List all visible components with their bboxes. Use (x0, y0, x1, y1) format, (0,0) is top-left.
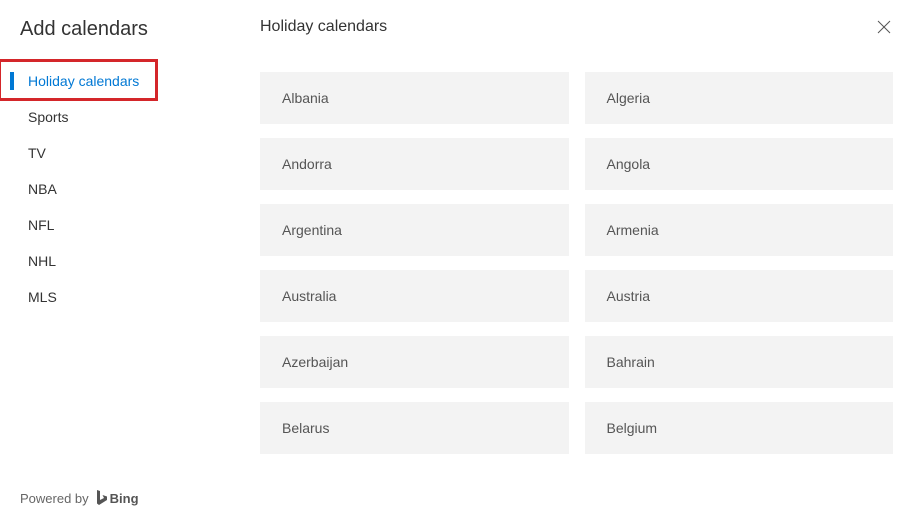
bing-icon (95, 490, 107, 506)
country-item-argentina[interactable]: Argentina (260, 204, 569, 256)
country-item-angola[interactable]: Angola (585, 138, 894, 190)
country-item-azerbaijan[interactable]: Azerbaijan (260, 336, 569, 388)
sidebar-items: Holiday calendarsSportsTVNBANFLNHLMLS (0, 63, 230, 315)
country-item-australia[interactable]: Australia (260, 270, 569, 322)
sidebar-item-nhl[interactable]: NHL (0, 243, 230, 279)
sidebar-item-mls[interactable]: MLS (0, 279, 230, 315)
close-button[interactable] (875, 18, 893, 36)
close-icon (877, 20, 891, 34)
main-title: Holiday calendars (260, 18, 387, 36)
sidebar-item-nfl[interactable]: NFL (0, 207, 230, 243)
main-panel: Holiday calendars AlbaniaAlgeriaAndorraA… (230, 0, 913, 520)
country-item-armenia[interactable]: Armenia (585, 204, 894, 256)
sidebar-item-sports[interactable]: Sports (0, 99, 230, 135)
powered-by: Powered by Bing (20, 490, 139, 506)
bing-brand-text: Bing (110, 491, 139, 506)
sidebar-title: Add calendars (0, 18, 230, 63)
sidebar: Add calendars Holiday calendarsSportsTVN… (0, 0, 230, 520)
sidebar-item-holiday-calendars[interactable]: Holiday calendars (0, 63, 230, 99)
country-item-algeria[interactable]: Algeria (585, 72, 894, 124)
country-item-belarus[interactable]: Belarus (260, 402, 569, 454)
country-item-andorra[interactable]: Andorra (260, 138, 569, 190)
powered-by-label: Powered by (20, 491, 89, 506)
bing-logo: Bing (95, 490, 139, 506)
country-item-belgium[interactable]: Belgium (585, 402, 894, 454)
country-item-austria[interactable]: Austria (585, 270, 894, 322)
country-grid: Albania Algeria Andorra Angola Argentina Arme… (260, 72, 893, 454)
sidebar-item-tv[interactable]: TV (0, 135, 230, 171)
country-item-bahrain[interactable]: Bahrain (585, 336, 894, 388)
main-header: Holiday calendars (260, 18, 893, 36)
country-item-albania[interactable]: Albania (260, 72, 569, 124)
sidebar-item-nba[interactable]: NBA (0, 171, 230, 207)
